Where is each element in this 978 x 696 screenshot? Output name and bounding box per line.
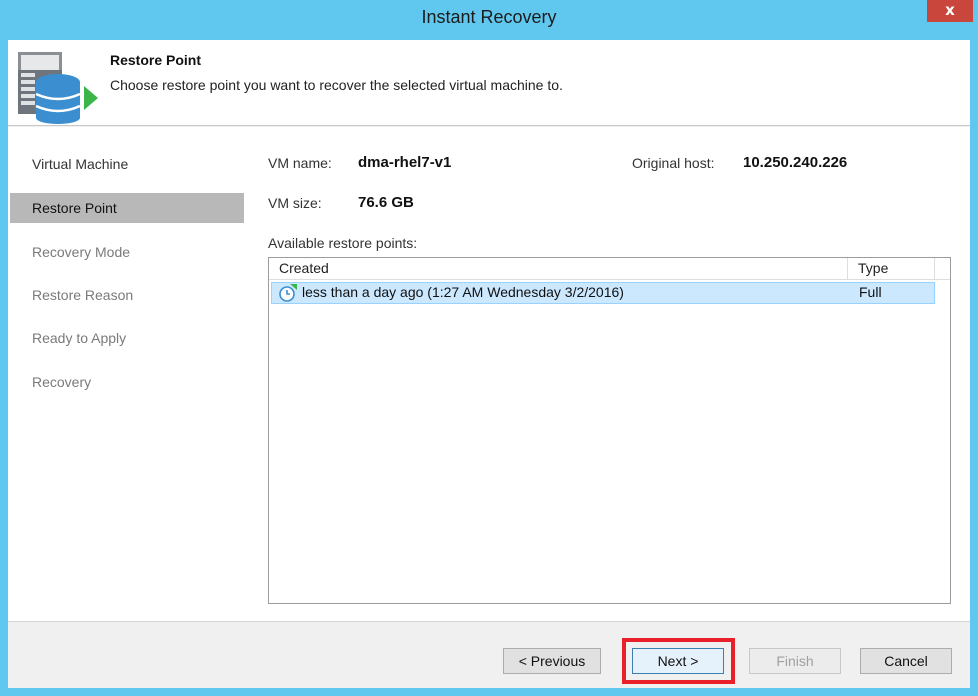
restore-point-panel: VM name: dma-rhel7-v1 Original host: 10.… bbox=[244, 127, 970, 621]
title-bar[interactable]: Instant Recovery x bbox=[0, 0, 978, 40]
column-header-type[interactable]: Type bbox=[858, 260, 888, 276]
wizard-steps-sidebar: Virtual Machine Restore Point Recovery M… bbox=[8, 127, 244, 621]
step-virtual-machine[interactable]: Virtual Machine bbox=[10, 149, 244, 179]
restore-points-table[interactable]: Created Type less than a day ago (1:27 A… bbox=[268, 257, 951, 604]
instant-recovery-window: Instant Recovery x Restore Point Choose … bbox=[0, 0, 978, 696]
vm-size-label: VM size: bbox=[268, 195, 322, 211]
table-header: Created Type bbox=[269, 258, 950, 280]
header-description: Choose restore point you want to recover… bbox=[110, 77, 563, 93]
column-divider[interactable] bbox=[847, 258, 848, 280]
column-header-created[interactable]: Created bbox=[279, 260, 329, 276]
wizard-footer: < Previous Next > Finish Cancel bbox=[8, 621, 970, 688]
available-restore-points-label: Available restore points: bbox=[268, 235, 418, 251]
close-button[interactable]: x bbox=[927, 0, 973, 22]
wizard-header: Restore Point Choose restore point you w… bbox=[8, 40, 970, 126]
finish-button: Finish bbox=[749, 648, 841, 674]
vm-size-value: 76.6 GB bbox=[358, 194, 414, 211]
step-ready-to-apply: Ready to Apply bbox=[32, 330, 127, 346]
step-recovery-mode: Recovery Mode bbox=[32, 244, 131, 260]
restore-point-clock-icon bbox=[279, 284, 297, 302]
previous-button[interactable]: < Previous bbox=[503, 648, 601, 674]
header-title: Restore Point bbox=[110, 52, 202, 68]
original-host-label: Original host: bbox=[632, 155, 715, 171]
table-row[interactable]: less than a day ago (1:27 AM Wednesday 3… bbox=[271, 282, 935, 304]
vm-name-value: dma-rhel7-v1 bbox=[358, 154, 452, 171]
column-divider[interactable] bbox=[934, 258, 935, 280]
wizard-client-area: Restore Point Choose restore point you w… bbox=[8, 40, 970, 688]
database-restore-icon bbox=[18, 52, 98, 124]
step-restore-point[interactable]: Restore Point bbox=[10, 193, 244, 223]
step-recovery: Recovery bbox=[32, 374, 92, 390]
original-host-value: 10.250.240.226 bbox=[743, 154, 848, 171]
window-title: Instant Recovery bbox=[421, 7, 557, 27]
restore-point-created: less than a day ago (1:27 AM Wednesday 3… bbox=[302, 284, 624, 300]
step-restore-reason: Restore Reason bbox=[32, 287, 134, 303]
restore-point-type: Full bbox=[859, 284, 882, 300]
next-button[interactable]: Next > bbox=[632, 648, 724, 674]
wizard-body: Virtual Machine Restore Point Recovery M… bbox=[8, 127, 970, 621]
vm-name-label: VM name: bbox=[268, 155, 332, 171]
cancel-button[interactable]: Cancel bbox=[860, 648, 952, 674]
